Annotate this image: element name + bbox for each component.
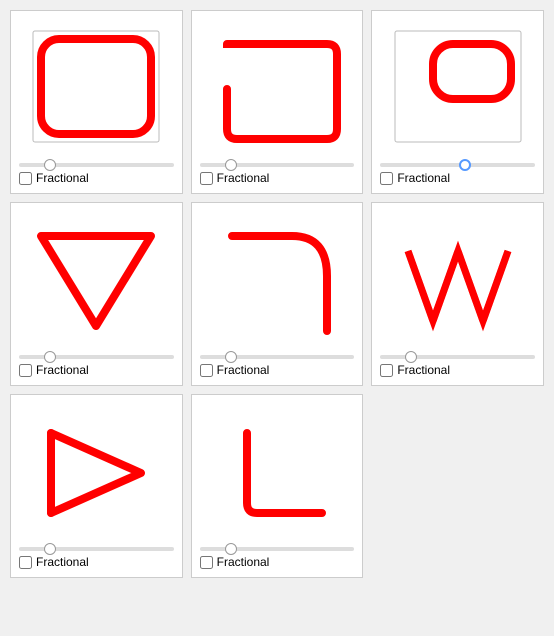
slider-row-2 bbox=[200, 163, 355, 167]
slider-row-7 bbox=[19, 547, 174, 551]
card-rounded-rect-partial: Fractional bbox=[191, 10, 364, 194]
shape-canvas-6 bbox=[383, 211, 533, 351]
slider-thumb-4[interactable] bbox=[44, 351, 56, 363]
shape-grid: Fractional Fractional bbox=[10, 10, 544, 578]
slider-row-8 bbox=[200, 547, 355, 551]
card-corner: Fractional bbox=[191, 394, 364, 578]
checkbox-row-6: Fractional bbox=[380, 363, 450, 377]
slider-thumb-6[interactable] bbox=[405, 351, 417, 363]
fractional-label-1: Fractional bbox=[36, 171, 89, 185]
slider-track-7[interactable] bbox=[19, 547, 174, 551]
slider-track-5[interactable] bbox=[200, 355, 355, 359]
card-arrow: Fractional bbox=[10, 394, 183, 578]
checkbox-row-7: Fractional bbox=[19, 555, 89, 569]
slider-row-6 bbox=[380, 355, 535, 359]
slider-thumb-5[interactable] bbox=[225, 351, 237, 363]
fractional-checkbox-8[interactable] bbox=[200, 556, 213, 569]
slider-thumb-1[interactable] bbox=[44, 159, 56, 171]
fractional-checkbox-3[interactable] bbox=[380, 172, 393, 185]
card-zigzag: Fractional bbox=[371, 202, 544, 386]
checkbox-row-8: Fractional bbox=[200, 555, 270, 569]
fractional-checkbox-5[interactable] bbox=[200, 364, 213, 377]
slider-track-8[interactable] bbox=[200, 547, 355, 551]
fractional-checkbox-2[interactable] bbox=[200, 172, 213, 185]
card-rounded-rect-full: Fractional bbox=[10, 10, 183, 194]
fractional-label-4: Fractional bbox=[36, 363, 89, 377]
checkbox-row-2: Fractional bbox=[200, 171, 270, 185]
shape-canvas-5 bbox=[202, 211, 352, 351]
slider-thumb-8[interactable] bbox=[225, 543, 237, 555]
slider-row-5 bbox=[200, 355, 355, 359]
slider-track-4[interactable] bbox=[19, 355, 174, 359]
fractional-checkbox-7[interactable] bbox=[19, 556, 32, 569]
shape-canvas-1 bbox=[21, 19, 171, 159]
slider-track-3[interactable] bbox=[380, 163, 535, 167]
card-rounded-rect-small: Fractional bbox=[371, 10, 544, 194]
checkbox-row-4: Fractional bbox=[19, 363, 89, 377]
slider-row-1 bbox=[19, 163, 174, 167]
card-triangle: Fractional bbox=[10, 202, 183, 386]
shape-canvas-8 bbox=[202, 403, 352, 543]
fractional-label-6: Fractional bbox=[397, 363, 450, 377]
shape-canvas-4 bbox=[21, 211, 171, 351]
slider-row-3 bbox=[380, 163, 535, 167]
fractional-label-5: Fractional bbox=[217, 363, 270, 377]
slider-track-1[interactable] bbox=[19, 163, 174, 167]
slider-row-4 bbox=[19, 355, 174, 359]
checkbox-row-3: Fractional bbox=[380, 171, 450, 185]
checkbox-row-5: Fractional bbox=[200, 363, 270, 377]
shape-canvas-3 bbox=[383, 19, 533, 159]
slider-track-6[interactable] bbox=[380, 355, 535, 359]
fractional-checkbox-6[interactable] bbox=[380, 364, 393, 377]
shape-canvas-7 bbox=[21, 403, 171, 543]
fractional-label-7: Fractional bbox=[36, 555, 89, 569]
fractional-checkbox-1[interactable] bbox=[19, 172, 32, 185]
fractional-label-8: Fractional bbox=[217, 555, 270, 569]
card-curve: Fractional bbox=[191, 202, 364, 386]
shape-canvas-2 bbox=[202, 19, 352, 159]
checkbox-row-1: Fractional bbox=[19, 171, 89, 185]
fractional-label-2: Fractional bbox=[217, 171, 270, 185]
slider-thumb-3[interactable] bbox=[459, 159, 471, 171]
slider-thumb-2[interactable] bbox=[225, 159, 237, 171]
slider-thumb-7[interactable] bbox=[44, 543, 56, 555]
fractional-checkbox-4[interactable] bbox=[19, 364, 32, 377]
fractional-label-3: Fractional bbox=[397, 171, 450, 185]
slider-track-2[interactable] bbox=[200, 163, 355, 167]
